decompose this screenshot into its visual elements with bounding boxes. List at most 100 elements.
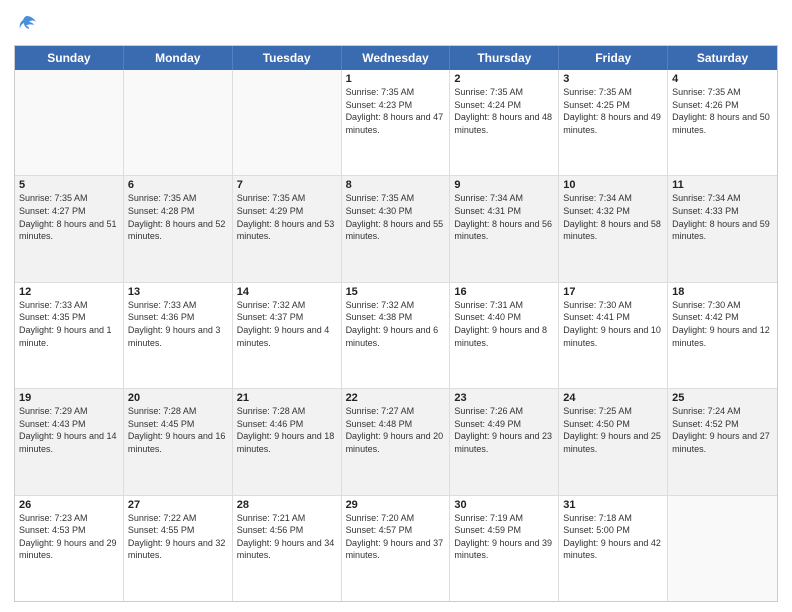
day-header-wednesday: Wednesday <box>342 46 451 70</box>
day-cell <box>668 496 777 601</box>
day-number: 28 <box>237 499 337 511</box>
day-cell: 28Sunrise: 7:21 AM Sunset: 4:56 PM Dayli… <box>233 496 342 601</box>
day-number: 12 <box>19 286 119 298</box>
day-cell: 25Sunrise: 7:24 AM Sunset: 4:52 PM Dayli… <box>668 389 777 494</box>
day-info: Sunrise: 7:34 AM Sunset: 4:33 PM Dayligh… <box>672 192 773 242</box>
day-header-thursday: Thursday <box>450 46 559 70</box>
day-cell: 1Sunrise: 7:35 AM Sunset: 4:23 PM Daylig… <box>342 70 451 175</box>
day-cell: 16Sunrise: 7:31 AM Sunset: 4:40 PM Dayli… <box>450 283 559 388</box>
day-number: 13 <box>128 286 228 298</box>
day-info: Sunrise: 7:28 AM Sunset: 4:46 PM Dayligh… <box>237 405 337 455</box>
day-info: Sunrise: 7:30 AM Sunset: 4:42 PM Dayligh… <box>672 299 773 349</box>
day-number: 1 <box>346 73 446 85</box>
day-number: 11 <box>672 179 773 191</box>
day-cell: 4Sunrise: 7:35 AM Sunset: 4:26 PM Daylig… <box>668 70 777 175</box>
day-cell: 20Sunrise: 7:28 AM Sunset: 4:45 PM Dayli… <box>124 389 233 494</box>
logo-bird-icon <box>16 12 38 34</box>
day-cell: 31Sunrise: 7:18 AM Sunset: 5:00 PM Dayli… <box>559 496 668 601</box>
day-number: 8 <box>346 179 446 191</box>
day-number: 7 <box>237 179 337 191</box>
day-info: Sunrise: 7:34 AM Sunset: 4:31 PM Dayligh… <box>454 192 554 242</box>
day-cell: 5Sunrise: 7:35 AM Sunset: 4:27 PM Daylig… <box>15 176 124 281</box>
day-cell: 6Sunrise: 7:35 AM Sunset: 4:28 PM Daylig… <box>124 176 233 281</box>
day-number: 9 <box>454 179 554 191</box>
day-headers: SundayMondayTuesdayWednesdayThursdayFrid… <box>15 46 777 70</box>
day-cell: 19Sunrise: 7:29 AM Sunset: 4:43 PM Dayli… <box>15 389 124 494</box>
day-info: Sunrise: 7:33 AM Sunset: 4:35 PM Dayligh… <box>19 299 119 349</box>
calendar: SundayMondayTuesdayWednesdayThursdayFrid… <box>14 45 778 602</box>
day-number: 23 <box>454 392 554 404</box>
week-row: 19Sunrise: 7:29 AM Sunset: 4:43 PM Dayli… <box>15 389 777 495</box>
day-cell <box>15 70 124 175</box>
day-header-monday: Monday <box>124 46 233 70</box>
day-info: Sunrise: 7:26 AM Sunset: 4:49 PM Dayligh… <box>454 405 554 455</box>
day-number: 5 <box>19 179 119 191</box>
week-row: 5Sunrise: 7:35 AM Sunset: 4:27 PM Daylig… <box>15 176 777 282</box>
day-info: Sunrise: 7:35 AM Sunset: 4:26 PM Dayligh… <box>672 86 773 136</box>
day-cell: 26Sunrise: 7:23 AM Sunset: 4:53 PM Dayli… <box>15 496 124 601</box>
day-info: Sunrise: 7:22 AM Sunset: 4:55 PM Dayligh… <box>128 512 228 562</box>
day-info: Sunrise: 7:23 AM Sunset: 4:53 PM Dayligh… <box>19 512 119 562</box>
day-cell: 8Sunrise: 7:35 AM Sunset: 4:30 PM Daylig… <box>342 176 451 281</box>
day-info: Sunrise: 7:28 AM Sunset: 4:45 PM Dayligh… <box>128 405 228 455</box>
day-cell: 7Sunrise: 7:35 AM Sunset: 4:29 PM Daylig… <box>233 176 342 281</box>
day-cell: 13Sunrise: 7:33 AM Sunset: 4:36 PM Dayli… <box>124 283 233 388</box>
day-cell: 2Sunrise: 7:35 AM Sunset: 4:24 PM Daylig… <box>450 70 559 175</box>
day-number: 18 <box>672 286 773 298</box>
day-header-friday: Friday <box>559 46 668 70</box>
day-cell: 21Sunrise: 7:28 AM Sunset: 4:46 PM Dayli… <box>233 389 342 494</box>
day-number: 31 <box>563 499 663 511</box>
day-number: 29 <box>346 499 446 511</box>
day-info: Sunrise: 7:30 AM Sunset: 4:41 PM Dayligh… <box>563 299 663 349</box>
day-info: Sunrise: 7:29 AM Sunset: 4:43 PM Dayligh… <box>19 405 119 455</box>
week-row: 1Sunrise: 7:35 AM Sunset: 4:23 PM Daylig… <box>15 70 777 176</box>
day-info: Sunrise: 7:35 AM Sunset: 4:25 PM Dayligh… <box>563 86 663 136</box>
day-info: Sunrise: 7:35 AM Sunset: 4:30 PM Dayligh… <box>346 192 446 242</box>
day-header-sunday: Sunday <box>15 46 124 70</box>
day-number: 22 <box>346 392 446 404</box>
day-number: 3 <box>563 73 663 85</box>
day-number: 17 <box>563 286 663 298</box>
day-number: 6 <box>128 179 228 191</box>
day-cell: 10Sunrise: 7:34 AM Sunset: 4:32 PM Dayli… <box>559 176 668 281</box>
day-number: 14 <box>237 286 337 298</box>
day-number: 4 <box>672 73 773 85</box>
day-cell: 12Sunrise: 7:33 AM Sunset: 4:35 PM Dayli… <box>15 283 124 388</box>
day-number: 19 <box>19 392 119 404</box>
day-cell <box>124 70 233 175</box>
day-info: Sunrise: 7:18 AM Sunset: 5:00 PM Dayligh… <box>563 512 663 562</box>
day-number: 25 <box>672 392 773 404</box>
day-number: 21 <box>237 392 337 404</box>
header <box>14 10 778 39</box>
day-info: Sunrise: 7:25 AM Sunset: 4:50 PM Dayligh… <box>563 405 663 455</box>
day-cell: 24Sunrise: 7:25 AM Sunset: 4:50 PM Dayli… <box>559 389 668 494</box>
day-number: 24 <box>563 392 663 404</box>
day-number: 30 <box>454 499 554 511</box>
day-cell: 29Sunrise: 7:20 AM Sunset: 4:57 PM Dayli… <box>342 496 451 601</box>
day-number: 10 <box>563 179 663 191</box>
day-info: Sunrise: 7:31 AM Sunset: 4:40 PM Dayligh… <box>454 299 554 349</box>
day-number: 15 <box>346 286 446 298</box>
day-cell: 23Sunrise: 7:26 AM Sunset: 4:49 PM Dayli… <box>450 389 559 494</box>
day-cell: 11Sunrise: 7:34 AM Sunset: 4:33 PM Dayli… <box>668 176 777 281</box>
day-info: Sunrise: 7:35 AM Sunset: 4:24 PM Dayligh… <box>454 86 554 136</box>
day-number: 2 <box>454 73 554 85</box>
day-number: 20 <box>128 392 228 404</box>
day-number: 27 <box>128 499 228 511</box>
week-row: 12Sunrise: 7:33 AM Sunset: 4:35 PM Dayli… <box>15 283 777 389</box>
week-row: 26Sunrise: 7:23 AM Sunset: 4:53 PM Dayli… <box>15 496 777 601</box>
day-cell: 14Sunrise: 7:32 AM Sunset: 4:37 PM Dayli… <box>233 283 342 388</box>
day-number: 16 <box>454 286 554 298</box>
day-info: Sunrise: 7:32 AM Sunset: 4:37 PM Dayligh… <box>237 299 337 349</box>
day-info: Sunrise: 7:24 AM Sunset: 4:52 PM Dayligh… <box>672 405 773 455</box>
day-header-saturday: Saturday <box>668 46 777 70</box>
day-info: Sunrise: 7:35 AM Sunset: 4:27 PM Dayligh… <box>19 192 119 242</box>
day-info: Sunrise: 7:19 AM Sunset: 4:59 PM Dayligh… <box>454 512 554 562</box>
day-info: Sunrise: 7:27 AM Sunset: 4:48 PM Dayligh… <box>346 405 446 455</box>
day-cell: 17Sunrise: 7:30 AM Sunset: 4:41 PM Dayli… <box>559 283 668 388</box>
page: SundayMondayTuesdayWednesdayThursdayFrid… <box>0 0 792 612</box>
day-cell: 3Sunrise: 7:35 AM Sunset: 4:25 PM Daylig… <box>559 70 668 175</box>
day-cell: 27Sunrise: 7:22 AM Sunset: 4:55 PM Dayli… <box>124 496 233 601</box>
day-info: Sunrise: 7:34 AM Sunset: 4:32 PM Dayligh… <box>563 192 663 242</box>
logo <box>14 14 38 39</box>
